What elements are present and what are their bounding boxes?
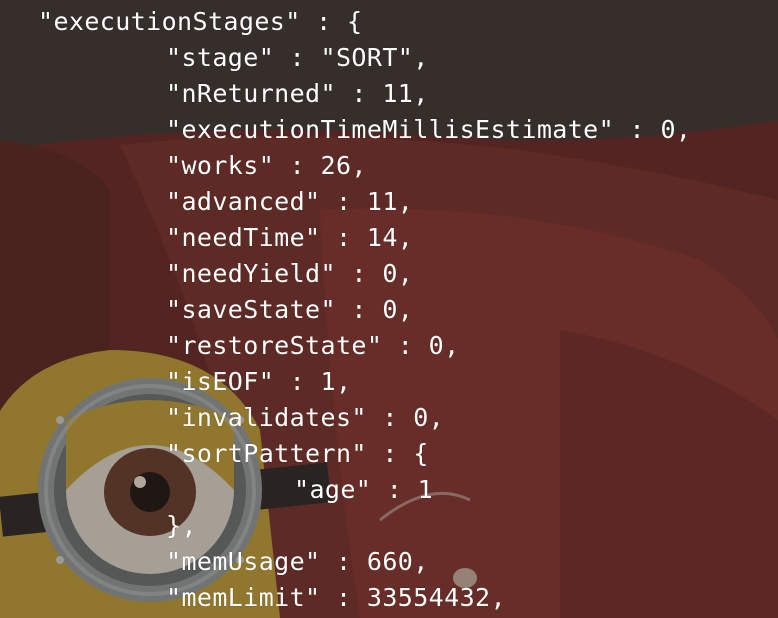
json-line-sortpattern: "sortPattern" : {	[166, 439, 429, 468]
json-line-stage: "stage" : "SORT",	[166, 43, 429, 72]
json-line-execution-stages: "executionStages" : {	[38, 7, 363, 36]
json-line-memusage: "memUsage" : 660,	[166, 547, 429, 576]
json-line-savestate: "saveState" : 0,	[166, 295, 414, 324]
json-line-needtime: "needTime" : 14,	[166, 223, 414, 252]
json-line-execution-time: "executionTimeMillisEstimate" : 0,	[166, 115, 692, 144]
terminal-window: "executionStages" : { "stage" : "SORT", …	[0, 0, 778, 618]
json-line-needyield: "needYield" : 0,	[166, 259, 414, 288]
json-line-works: "works" : 26,	[166, 151, 367, 180]
json-line-memlimit: "memLimit" : 33554432,	[166, 583, 506, 612]
json-line-advanced: "advanced" : 11,	[166, 187, 414, 216]
json-line-nreturned: "nReturned" : 11,	[166, 79, 429, 108]
json-output: "executionStages" : { "stage" : "SORT", …	[0, 0, 778, 618]
json-line-age: "age" : 1	[294, 475, 434, 504]
json-line-close-brace: },	[166, 511, 197, 540]
json-line-invalidates: "invalidates" : 0,	[166, 403, 445, 432]
json-line-iseof: "isEOF" : 1,	[166, 367, 352, 396]
json-line-restorestate: "restoreState" : 0,	[166, 331, 460, 360]
